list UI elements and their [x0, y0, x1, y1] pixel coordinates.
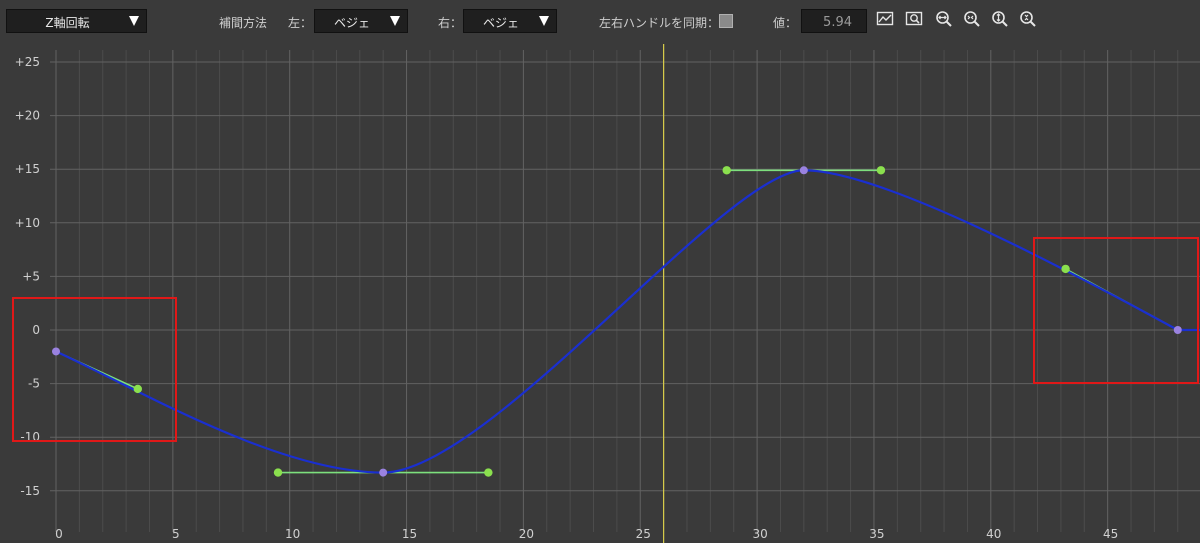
x-tick-label: 45: [1103, 527, 1118, 541]
y-tick-label: -10: [20, 430, 40, 444]
right-interp-dropdown[interactable]: ベジェ: [463, 9, 557, 33]
x-tick-label: 10: [285, 527, 300, 541]
y-tick-label: +20: [15, 109, 40, 123]
x-tick-label: 25: [636, 527, 651, 541]
curve-graph[interactable]: +25 +20 +15 +10 +5 0 -5 -10 -15 0 5 10 15 20 25 30 35 40…: [0, 44, 1200, 543]
left-interp-dropdown[interactable]: ベジェ: [314, 9, 408, 33]
graph-editor-toolbar: Z軸回転 補間方法 左： ベジェ 右： ベジェ 左右ハンドルを同期： 値： 5.…: [0, 0, 1200, 44]
value-label: 値：: [773, 16, 798, 30]
minor-grid: [78, 50, 1179, 532]
chevron-down-icon: [129, 16, 139, 26]
zoom-in-horizontal-icon[interactable]: [935, 10, 953, 28]
y-tick-label: +5: [22, 269, 40, 283]
x-tick-label: 5: [172, 527, 180, 541]
bezier-handle-point[interactable]: [876, 166, 886, 175]
y-tick-label: -15: [20, 484, 40, 498]
left-interp-label: 左：: [288, 16, 313, 30]
left-interp-value: ベジェ: [333, 16, 370, 30]
x-tick-label: 15: [402, 527, 417, 541]
y-tick-label: +25: [15, 55, 40, 69]
bezier-handle-point[interactable]: [273, 468, 283, 477]
highlight-box-right: [1033, 237, 1199, 384]
channel-dropdown[interactable]: Z軸回転: [6, 9, 147, 33]
animation-curve[interactable]: [55, 169, 1200, 474]
x-tick-label: 30: [752, 527, 767, 541]
sync-handles-checkbox[interactable]: [719, 14, 733, 28]
x-tick-label: 40: [986, 527, 1001, 541]
x-tick-label: 20: [519, 527, 534, 541]
y-axis-labels: +25 +20 +15 +10 +5 0 -5 -10 -15: [15, 55, 40, 498]
keyframe-point[interactable]: [52, 347, 60, 356]
right-interp-value: ベジェ: [482, 16, 519, 30]
x-tick-label: 0: [55, 527, 63, 541]
interpolation-label: 補間方法: [219, 16, 268, 30]
sync-handles-label: 左右ハンドルを同期：: [599, 16, 720, 30]
fit-view-icon[interactable]: [876, 10, 894, 28]
zoom-out-horizontal-icon[interactable]: [963, 10, 981, 28]
x-axis-labels: 0 5 10 15 20 25 30 35 40 45: [55, 527, 1118, 541]
keyframe-point[interactable]: [799, 166, 808, 175]
y-tick-label: 0: [32, 323, 40, 337]
major-grid: [50, 50, 1200, 532]
y-tick-label: +10: [15, 216, 40, 230]
right-interp-label: 右：: [438, 16, 463, 30]
keyframe-point[interactable]: [379, 468, 388, 477]
zoom-fit-icon[interactable]: [905, 10, 923, 28]
chevron-down-icon: [390, 16, 400, 26]
channel-dropdown-value: Z軸回転: [45, 16, 90, 30]
bezier-handle-point[interactable]: [133, 384, 142, 394]
zoom-out-vertical-icon[interactable]: [1019, 10, 1037, 28]
zoom-in-vertical-icon[interactable]: [991, 10, 1009, 28]
chevron-down-icon: [539, 16, 549, 26]
bezier-handle-point[interactable]: [722, 166, 731, 175]
bezier-handle-point[interactable]: [484, 468, 493, 477]
keyframe-point[interactable]: [1173, 326, 1182, 334]
x-tick-label: 35: [869, 527, 884, 541]
value-field[interactable]: 5.94: [801, 9, 867, 33]
bezier-handle-point[interactable]: [1061, 264, 1070, 274]
y-tick-label: +15: [15, 162, 40, 176]
y-tick-label: -5: [28, 377, 40, 391]
